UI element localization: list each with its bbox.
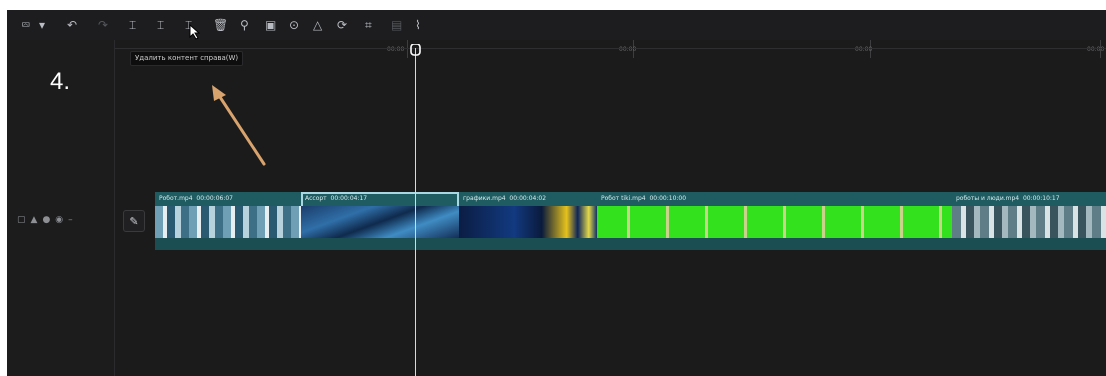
mouse-cursor-icon (189, 24, 201, 40)
clip-label: Ассорт 00:00:04:17 (305, 195, 368, 202)
clip-thumbnails (301, 206, 459, 238)
select-tool-icon[interactable]: ⮹ (21, 17, 31, 33)
delete-icon[interactable]: 🗑 (213, 17, 228, 33)
rotate-icon[interactable]: ⟳ (337, 17, 347, 33)
timeline-clip[interactable]: Робот.mp4 00:00:06:07 (155, 192, 301, 250)
disabled-tool-icon[interactable]: ▤ (391, 17, 402, 33)
timeline-clip[interactable]: графики.mp4 00:00:04:02 (459, 192, 597, 250)
dropdown-chevron-icon[interactable]: ▾ (39, 17, 45, 33)
time-ruler[interactable]: 00:00 00:00 00:00 00:00 (115, 40, 1106, 58)
crop-icon[interactable]: ⌗ (365, 17, 372, 33)
marker-icon[interactable]: ⚲ (240, 17, 249, 33)
step-number-annotation: 4. (50, 68, 71, 95)
playhead-line[interactable] (415, 48, 416, 376)
freeze-icon[interactable]: ▣ (265, 17, 276, 33)
clip-audio-bar (301, 238, 459, 250)
ruler-tick (407, 40, 408, 58)
audio-track-icon[interactable]: ◉ (55, 215, 63, 225)
timeline-clip[interactable]: роботы и люди.mp4 00:00:10:17 (952, 192, 1106, 250)
clip-thumbnails (155, 206, 301, 238)
clip-audio-bar (952, 238, 1106, 250)
more-track-icon[interactable]: – (68, 215, 73, 225)
tooltip-delete-right: Удалить контент справа(W) (130, 51, 244, 66)
cover-edit-button[interactable]: ✎ (123, 210, 145, 232)
reverse-icon[interactable]: ⊙ (289, 17, 299, 33)
lock-track-icon[interactable]: ▢ (17, 215, 26, 225)
clip-label: Робот tiki.mp4 00:00:10:00 (601, 195, 687, 202)
clip-audio-bar (597, 238, 952, 250)
pencil-icon: ✎ (129, 214, 139, 228)
ruler-baseline (115, 48, 1106, 49)
clip-audio-bar (155, 238, 301, 250)
video-track[interactable]: Робот.mp4 00:00:06:07 Ассорт 00:00:04:17… (155, 192, 1106, 250)
playhead-handle-icon[interactable] (410, 44, 421, 57)
mirror-icon[interactable]: △ (313, 17, 322, 33)
clip-thumbnails (952, 206, 1106, 238)
clip-thumbnails (597, 206, 952, 238)
redo-icon[interactable]: ↷ (98, 17, 108, 33)
annotation-arrow-icon (212, 85, 266, 166)
clip-label: графики.mp4 00:00:04:02 (463, 195, 547, 202)
timeline-clip[interactable]: Робот tiki.mp4 00:00:10:00 (597, 192, 952, 250)
clip-thumbnails (459, 206, 597, 238)
audio-split-icon[interactable]: ⌇ (415, 17, 421, 33)
editor-window: ⮹ ▾ ↶ ↷ ⌶ ⌶ ⌶ 🗑 ⚲ ▣ ⊙ △ ⟳ ⌗ ▤ ⌇ 00:00 00:00 00:00 00:00… (7, 10, 1106, 376)
timeline-toolbar: ⮹ ▾ ↶ ↷ ⌶ ⌶ ⌶ 🗑 ⚲ ▣ ⊙ △ ⟳ ⌗ ▤ ⌇ (7, 10, 1106, 40)
timeline-clip-selected[interactable]: Ассорт 00:00:04:17 (301, 192, 459, 250)
hide-track-icon[interactable]: ▲ (31, 215, 38, 225)
track-controls: ▢ ▲ ● ◉ – (17, 210, 73, 230)
split-icon[interactable]: ⌶ (129, 17, 136, 33)
mute-track-icon[interactable]: ● (42, 215, 50, 225)
clip-label: роботы и люди.mp4 00:00:10:17 (956, 195, 1060, 202)
undo-icon[interactable]: ↶ (67, 17, 77, 33)
delete-left-icon[interactable]: ⌶ (157, 17, 164, 33)
clip-label: Робот.mp4 00:00:06:07 (159, 195, 233, 202)
clip-audio-bar (459, 238, 597, 250)
